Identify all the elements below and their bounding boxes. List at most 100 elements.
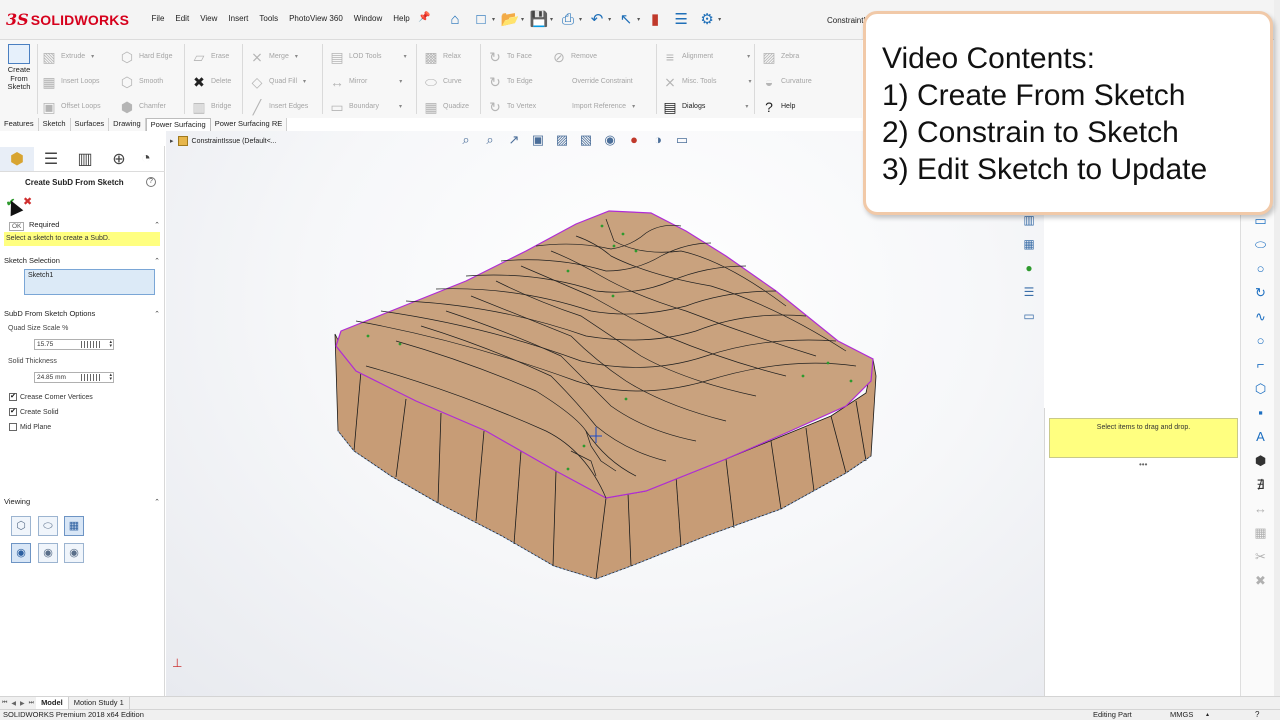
ellipse-icon[interactable]: ○: [1250, 330, 1272, 351]
menu-edit[interactable]: Edit: [170, 14, 195, 23]
misc-tools-button[interactable]: ⨯ Misc. Tools ▾: [661, 69, 751, 94]
feature-tree-flyout[interactable]: ▸ ConstraintIssue (Default<...: [170, 136, 277, 146]
to-edge-button[interactable]: ↻ To Edge: [486, 69, 536, 94]
dialogs-button[interactable]: ▤ Dialogs ▾: [661, 94, 752, 119]
to-face-button[interactable]: ↻ To Face: [486, 44, 536, 69]
tab-power-surfacing[interactable]: Power Surfacing: [145, 118, 211, 131]
delete-button[interactable]: ✖ Delete: [190, 69, 231, 94]
to-vertex-button[interactable]: ↻ To Vertex: [486, 94, 536, 119]
section-view-icon[interactable]: ▣: [528, 131, 548, 149]
thumbwheel-icon[interactable]: [81, 341, 101, 348]
forum-icon[interactable]: ▭: [1018, 306, 1040, 327]
menu-insert[interactable]: Insert: [223, 14, 254, 23]
last-tab-icon[interactable]: ⏭: [27, 700, 36, 707]
insert-edges-button[interactable]: ╱ Insert Edges: [248, 94, 309, 119]
chevron-up-icon[interactable]: ⌃: [154, 221, 160, 229]
file-explorer-icon[interactable]: ▦: [1018, 234, 1040, 255]
tab-drawing[interactable]: Drawing: [109, 118, 146, 131]
display-style-icon[interactable]: ▧: [576, 131, 596, 149]
tab-model[interactable]: Model: [36, 697, 69, 709]
override-constraint-button[interactable]: Override Constraint: [550, 69, 635, 94]
arc-icon[interactable]: ↻: [1250, 282, 1272, 303]
lod-tools-button[interactable]: ▤ LOD Tools ▾: [328, 44, 406, 69]
fillet-icon[interactable]: ⌐: [1250, 354, 1272, 375]
select-icon[interactable]: ↖: [615, 8, 637, 30]
polygon-icon[interactable]: ⬡: [1250, 378, 1272, 399]
alignment-button[interactable]: ≡ Alignment ▾: [661, 44, 752, 69]
convert-entities-icon[interactable]: ∄: [1250, 474, 1272, 495]
plane-icon[interactable]: ⬢: [1250, 450, 1272, 471]
open-dropdown-icon[interactable]: ▾: [521, 16, 524, 23]
display-manager-icon[interactable]: ◔: [136, 147, 156, 171]
bridge-button[interactable]: ▥ Bridge: [190, 94, 231, 119]
spin-arrows-icon[interactable]: ▴ ▾: [109, 373, 112, 382]
options-icon[interactable]: ⚙: [696, 8, 718, 30]
mid-plane-checkbox[interactable]: Mid Plane: [9, 423, 51, 431]
quad-fill-button[interactable]: ◇ Quad Fill ▾: [248, 69, 308, 94]
import-reference-button[interactable]: Import Reference ▾: [550, 94, 635, 119]
new-dropdown-icon[interactable]: ▾: [492, 16, 495, 23]
property-manager-icon[interactable]: ☰: [34, 147, 68, 171]
solidworks-logo[interactable]: 3S SOLIDWORKS: [6, 10, 129, 29]
message-section-header[interactable]: Required ⌃: [4, 220, 160, 229]
smooth-button[interactable]: ⬡ Smooth: [118, 69, 172, 94]
custom-properties-icon[interactable]: ☰: [1018, 282, 1040, 303]
next-tab-icon[interactable]: ▶: [18, 700, 27, 707]
units-dropdown-icon[interactable]: ▴: [1206, 710, 1209, 720]
home-icon[interactable]: ⌂: [444, 8, 466, 30]
configuration-manager-icon[interactable]: ▥: [68, 147, 102, 171]
quadize-button[interactable]: ▦ Quadize: [422, 94, 469, 119]
undo-dropdown-icon[interactable]: ▾: [608, 16, 611, 23]
mirror-button[interactable]: ↔ Mirror ▾: [328, 69, 407, 94]
view-settings-icon[interactable]: ▭: [672, 131, 692, 149]
first-tab-icon[interactable]: ⏮: [0, 700, 9, 707]
boundary-button[interactable]: ▭ Boundary ▾: [328, 94, 407, 119]
view-eye-vertices-icon[interactable]: ◉: [64, 543, 84, 563]
previous-tab-icon[interactable]: ◀: [9, 700, 18, 707]
sketch-selection-header[interactable]: Sketch Selection ⌃: [4, 256, 160, 265]
status-units[interactable]: MMGS: [1170, 710, 1193, 720]
point-icon[interactable]: ▪: [1250, 402, 1272, 423]
offset-loops-button[interactable]: ▣ Offset Loops: [40, 94, 100, 119]
appearances-icon[interactable]: ●: [1018, 258, 1040, 279]
hide-show-icon[interactable]: ◉: [600, 131, 620, 149]
subd-model[interactable]: [334, 210, 877, 580]
circle-icon[interactable]: ○: [1250, 258, 1272, 279]
erase-button[interactable]: ▱ Erase: [190, 44, 231, 69]
file-properties-icon[interactable]: ☰: [670, 8, 692, 30]
checkbox-unchecked-icon[interactable]: [9, 423, 17, 431]
tab-surfaces[interactable]: Surfaces: [70, 118, 110, 131]
open-icon[interactable]: 📂: [499, 8, 521, 30]
move-entities-icon[interactable]: ✖: [1250, 570, 1272, 591]
text-icon[interactable]: A: [1250, 426, 1272, 447]
tab-features[interactable]: Features: [0, 118, 39, 131]
new-icon[interactable]: □: [470, 8, 492, 30]
thumbwheel-icon[interactable]: [81, 374, 101, 381]
view-wireframe-icon[interactable]: ⬡: [11, 516, 31, 536]
menu-tools[interactable]: Tools: [254, 14, 284, 23]
linear-pattern-icon[interactable]: ▦: [1250, 522, 1272, 543]
pin-menu-icon[interactable]: 📌: [418, 12, 430, 23]
appearance-icon[interactable]: ●: [624, 131, 644, 149]
spin-arrows-icon[interactable]: ▴ ▾: [109, 340, 112, 349]
view-smooth-icon[interactable]: ⬭: [38, 516, 58, 536]
undo-icon[interactable]: ↶: [586, 8, 608, 30]
help-button[interactable]: ? Help: [760, 94, 812, 119]
slot-icon[interactable]: ⬭: [1250, 234, 1272, 255]
subd-model-viewport[interactable]: [166, 131, 1044, 696]
menu-view[interactable]: View: [195, 14, 223, 23]
mirror-entities-icon[interactable]: ↔: [1250, 498, 1272, 519]
expand-arrow-icon[interactable]: ▸: [170, 137, 174, 145]
scene-icon[interactable]: ◑: [648, 131, 668, 149]
insert-loops-button[interactable]: ▦ Insert Loops: [40, 69, 101, 94]
checkbox-checked-icon[interactable]: ✔: [9, 408, 17, 416]
curvature-button[interactable]: ◒ Curvature: [760, 69, 812, 94]
view-eye-cage-icon[interactable]: ◉: [11, 543, 31, 563]
rebuild-icon[interactable]: ▮: [644, 8, 666, 30]
viewing-section-header[interactable]: Viewing ⌃: [4, 497, 160, 506]
help-icon[interactable]: ?: [146, 177, 156, 187]
resize-grip-icon[interactable]: •••: [1139, 460, 1147, 469]
cancel-button[interactable]: ✖: [23, 195, 32, 208]
menu-help[interactable]: Help: [388, 14, 415, 23]
dimxpert-icon[interactable]: ⊕: [102, 147, 136, 171]
